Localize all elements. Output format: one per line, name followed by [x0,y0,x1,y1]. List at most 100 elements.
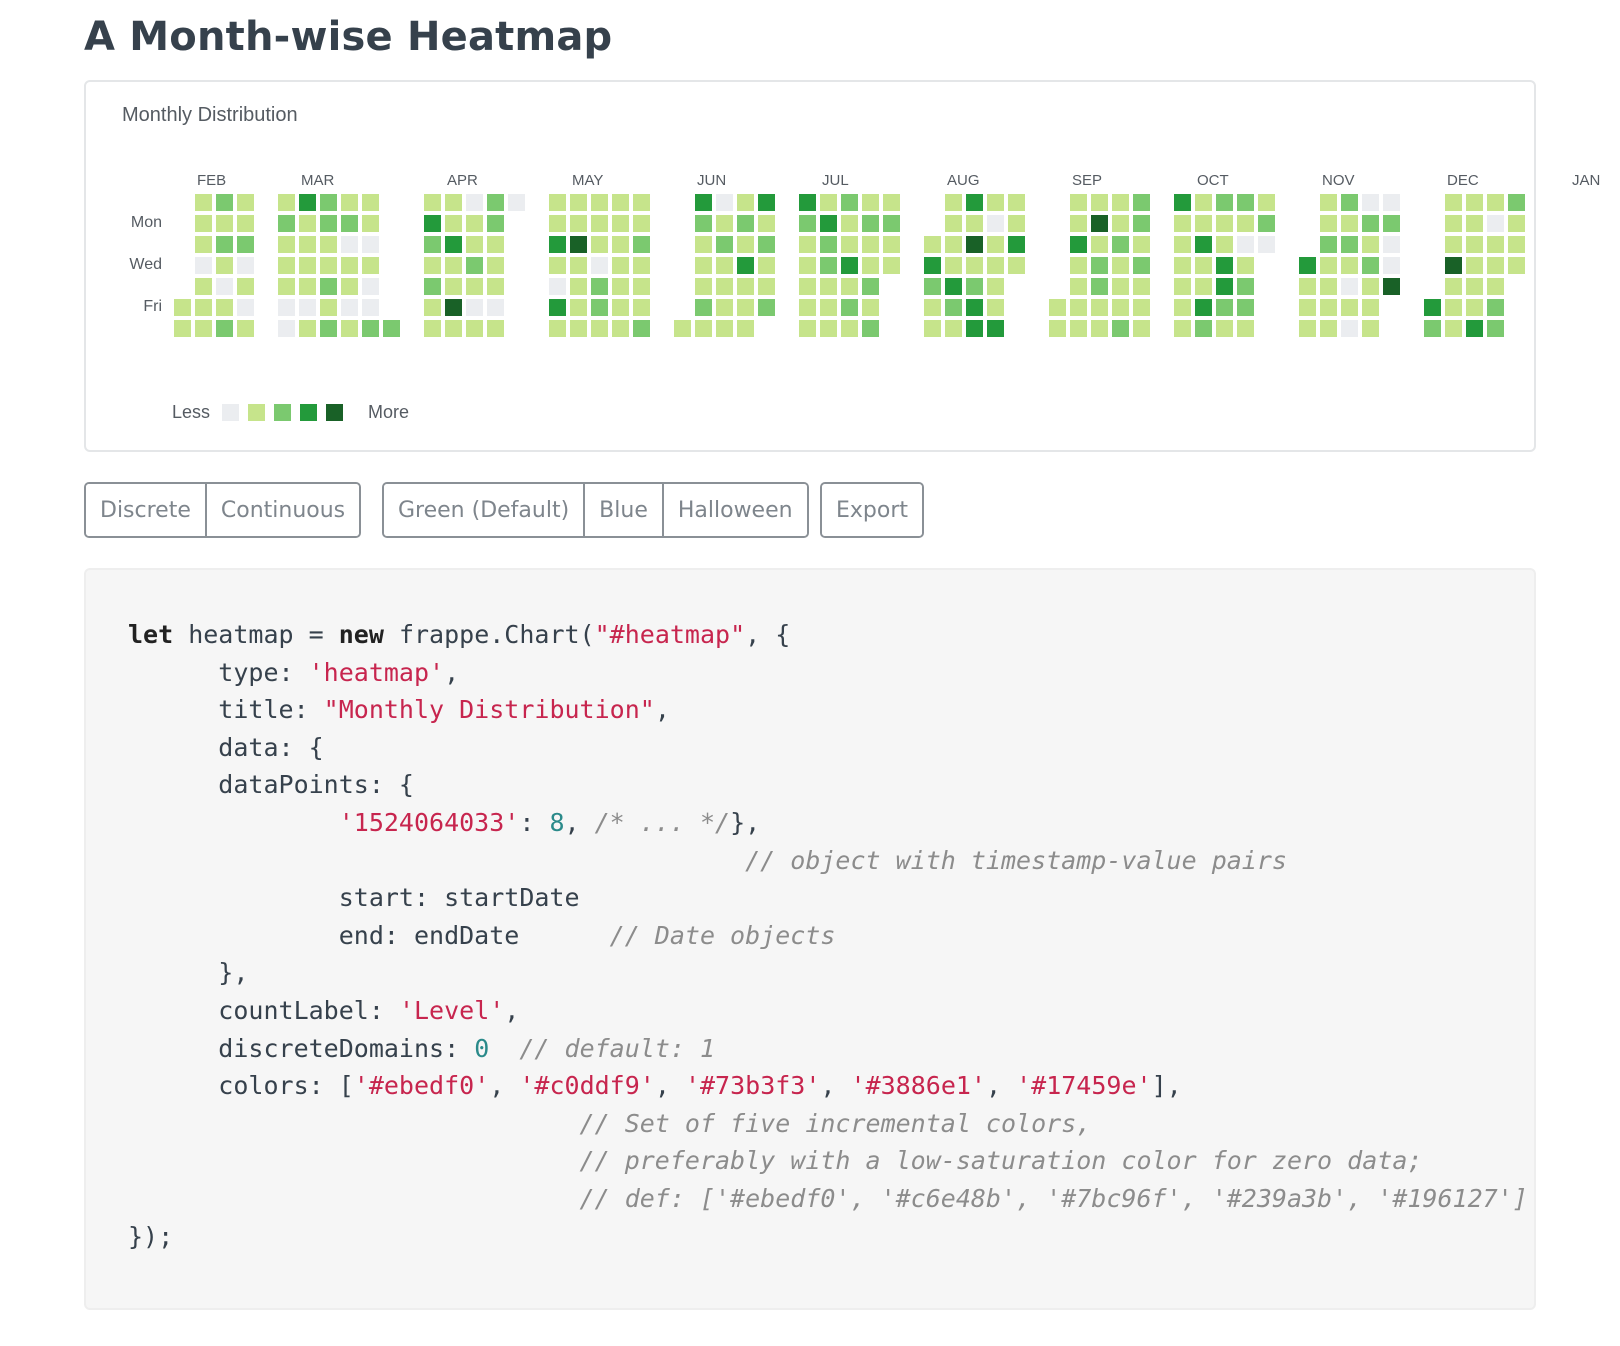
heatmap-cell[interactable] [445,278,462,295]
heatmap-cell[interactable] [195,236,212,253]
heatmap-cell[interactable] [1466,278,1483,295]
heatmap-cell[interactable] [799,236,816,253]
heatmap-cell[interactable] [633,215,650,232]
heatmap-cell[interactable] [1466,299,1483,316]
heatmap-cell[interactable] [237,278,254,295]
heatmap-cell[interactable] [341,236,358,253]
heatmap-cell[interactable] [1320,215,1337,232]
heatmap-cell[interactable] [1320,236,1337,253]
heatmap-cell[interactable] [799,257,816,274]
heatmap-cell[interactable] [966,299,983,316]
heatmap-cell[interactable] [1195,257,1212,274]
heatmap-cell[interactable] [1383,236,1400,253]
heatmap-cell[interactable] [341,257,358,274]
heatmap-cell[interactable] [278,278,295,295]
heatmap-cell[interactable] [966,278,983,295]
heatmap-cell[interactable] [1195,194,1212,211]
heatmap-cell[interactable] [424,215,441,232]
heatmap-cell[interactable] [1258,194,1275,211]
heatmap-cell[interactable] [862,236,879,253]
heatmap-cell[interactable] [1341,278,1358,295]
heatmap-cell[interactable] [695,215,712,232]
heatmap-cell[interactable] [1091,215,1108,232]
heatmap-cell[interactable] [1237,299,1254,316]
heatmap-cell[interactable] [1383,257,1400,274]
heatmap-cell[interactable] [1320,278,1337,295]
heatmap-cell[interactable] [716,278,733,295]
heatmap-cell[interactable] [237,320,254,337]
heatmap-cell[interactable] [841,278,858,295]
heatmap-cell[interactable] [841,194,858,211]
heatmap-cell[interactable] [883,215,900,232]
heatmap-cell[interactable] [549,320,566,337]
heatmap-cell[interactable] [1174,320,1191,337]
heatmap-cell[interactable] [341,194,358,211]
heatmap-cell[interactable] [445,320,462,337]
heatmap-cell[interactable] [737,215,754,232]
heatmap-cell[interactable] [987,236,1004,253]
heatmap-cell[interactable] [1195,236,1212,253]
heatmap-cell[interactable] [1133,215,1150,232]
heatmap-cell[interactable] [549,236,566,253]
heatmap-cell[interactable] [445,299,462,316]
heatmap-cell[interactable] [633,257,650,274]
heatmap-cell[interactable] [716,236,733,253]
heatmap-cell[interactable] [945,257,962,274]
heatmap-cell[interactable] [1341,215,1358,232]
heatmap-cell[interactable] [758,257,775,274]
heatmap-cell[interactable] [1445,320,1462,337]
heatmap-cell[interactable] [1133,194,1150,211]
heatmap-cell[interactable] [883,194,900,211]
heatmap-cell[interactable] [570,215,587,232]
heatmap-cell[interactable] [299,236,316,253]
heatmap-cell[interactable] [487,236,504,253]
heatmap-cell[interactable] [1216,236,1233,253]
heatmap-cell[interactable] [1133,278,1150,295]
heatmap-cell[interactable] [1299,320,1316,337]
heatmap-cell[interactable] [216,320,233,337]
heatmap-cell[interactable] [633,194,650,211]
heatmap-cell[interactable] [862,194,879,211]
heatmap-cell[interactable] [737,194,754,211]
blue-button[interactable]: Blue [585,484,664,536]
heatmap-cell[interactable] [445,215,462,232]
heatmap-cell[interactable] [1341,299,1358,316]
heatmap-cell[interactable] [1237,320,1254,337]
heatmap-cell[interactable] [278,236,295,253]
heatmap-cell[interactable] [1383,194,1400,211]
heatmap-cell[interactable] [1508,236,1525,253]
heatmap-cell[interactable] [1195,278,1212,295]
heatmap-cell[interactable] [195,278,212,295]
heatmap-cell[interactable] [320,320,337,337]
heatmap-cell[interactable] [549,299,566,316]
heatmap-cell[interactable] [237,194,254,211]
heatmap-cell[interactable] [1299,257,1316,274]
heatmap-cell[interactable] [1466,194,1483,211]
heatmap-cell[interactable] [320,215,337,232]
heatmap-cell[interactable] [883,236,900,253]
heatmap-cell[interactable] [216,215,233,232]
heatmap-cell[interactable] [570,236,587,253]
heatmap-cell[interactable] [1112,299,1129,316]
heatmap-cell[interactable] [737,278,754,295]
heatmap-cell[interactable] [1508,194,1525,211]
export-button[interactable]: Export [822,484,923,536]
heatmap-cell[interactable] [758,215,775,232]
heatmap-cell[interactable] [195,299,212,316]
heatmap-cell[interactable] [424,320,441,337]
heatmap-cell[interactable] [570,257,587,274]
heatmap-cell[interactable] [1070,236,1087,253]
heatmap-cell[interactable] [362,320,379,337]
heatmap-cell[interactable] [1133,320,1150,337]
heatmap-cell[interactable] [445,257,462,274]
heatmap-cell[interactable] [758,194,775,211]
heatmap-cell[interactable] [362,236,379,253]
heatmap-cell[interactable] [841,215,858,232]
heatmap-cell[interactable] [1487,299,1504,316]
heatmap-cell[interactable] [237,236,254,253]
heatmap-cell[interactable] [466,194,483,211]
heatmap-cell[interactable] [1112,215,1129,232]
heatmap-cell[interactable] [195,215,212,232]
heatmap-cell[interactable] [1487,215,1504,232]
heatmap-cell[interactable] [278,299,295,316]
